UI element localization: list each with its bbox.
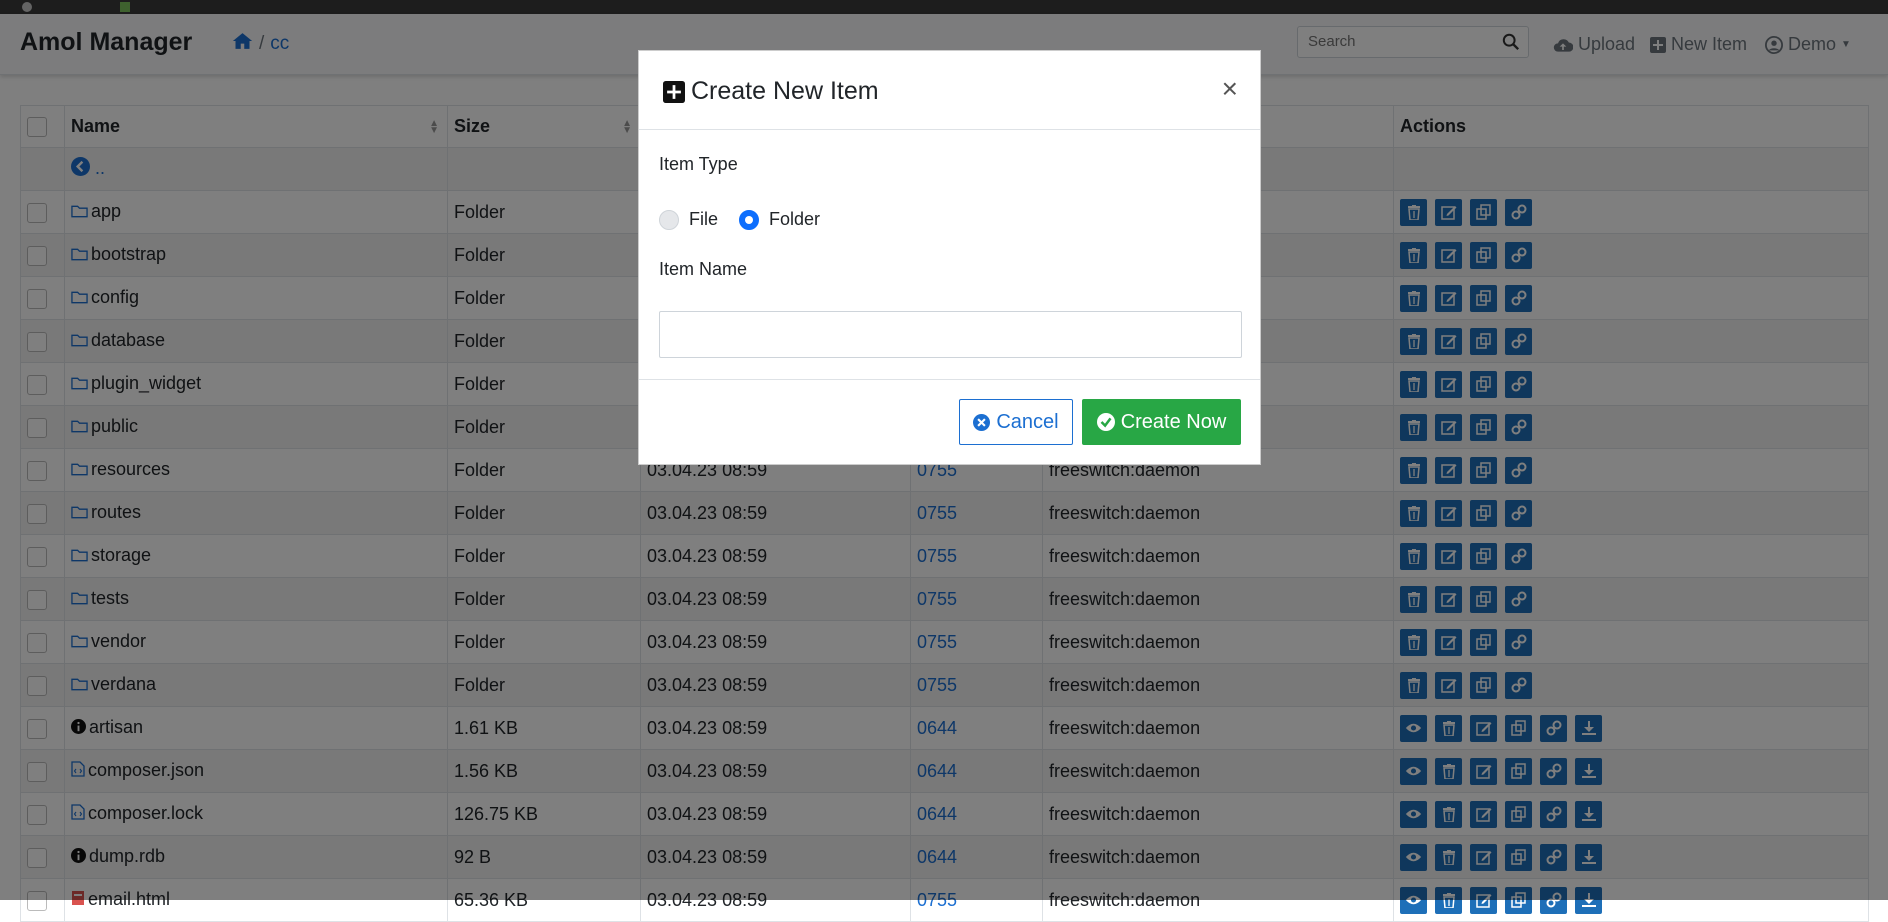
modal-header: Create New Item × xyxy=(639,51,1260,130)
cancel-label: Cancel xyxy=(996,410,1059,433)
modal-title: Create New Item xyxy=(663,77,879,106)
plus-square-icon xyxy=(663,80,685,103)
radio-file[interactable] xyxy=(659,209,679,230)
modal-title-text: Create New Item xyxy=(691,77,879,105)
radio-folder-label: Folder xyxy=(769,209,821,229)
item-name-label: Item Name xyxy=(659,259,748,279)
create-now-label: Create Now xyxy=(1120,410,1227,433)
item-name-input[interactable] xyxy=(659,311,1242,358)
radio-folder-option[interactable]: Folder xyxy=(739,209,820,230)
radio-folder[interactable] xyxy=(739,209,759,230)
create-now-button[interactable]: Create Now xyxy=(1082,399,1241,445)
check-circle-icon xyxy=(1096,413,1115,431)
radio-file-label: File xyxy=(689,209,719,229)
item-type-label: Item Type xyxy=(659,154,738,174)
times-circle-icon xyxy=(973,413,991,431)
close-icon[interactable]: × xyxy=(1222,75,1238,103)
modal-footer xyxy=(639,379,1260,380)
create-item-modal: Create New Item × Item Type File Folder … xyxy=(638,50,1261,465)
radio-file-option[interactable]: File xyxy=(659,209,718,230)
cancel-button[interactable]: Cancel xyxy=(959,399,1073,445)
